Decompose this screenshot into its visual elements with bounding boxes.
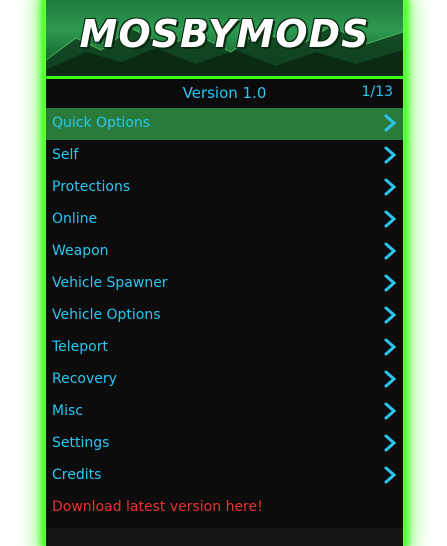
version-label: Version 1.0 [182, 84, 267, 102]
menu-item-label: Vehicle Options [52, 307, 161, 323]
logo-text: MOSBYMODS [79, 12, 370, 56]
chevron-right-icon [384, 146, 397, 164]
item-counter: 1/13 [361, 84, 393, 100]
menu-item-label: Settings [52, 435, 110, 451]
download-latest-label: Download latest version here! [52, 499, 263, 515]
chevron-right-icon [384, 210, 397, 228]
menu-item-self[interactable]: Self [46, 140, 403, 172]
menu-item-recovery[interactable]: Recovery [46, 364, 403, 396]
menu-item-label: Protections [52, 179, 131, 195]
chevron-right-icon [384, 306, 397, 324]
menu-item-label: Vehicle Spawner [52, 275, 168, 291]
menu-item-teleport[interactable]: Teleport [46, 332, 403, 364]
menu-banner: MOSBYMODS [46, 0, 403, 79]
download-latest-link[interactable]: Download latest version here! [46, 492, 403, 524]
chevron-right-icon [384, 434, 397, 452]
menu-item-settings[interactable]: Settings [46, 428, 403, 460]
chevron-right-icon [384, 402, 397, 420]
menu-item-label: Recovery [52, 371, 117, 387]
menu-footer [46, 528, 403, 546]
menu-item-label: Credits [52, 467, 102, 483]
chevron-right-icon [384, 274, 397, 292]
menu-item-weapon[interactable]: Weapon [46, 236, 403, 268]
chevron-right-icon [384, 370, 397, 388]
chevron-right-icon [384, 114, 397, 132]
menu-list: Quick Options Self Protections Online We… [46, 108, 403, 524]
menu-item-online[interactable]: Online [46, 204, 403, 236]
menu-item-label: Misc [52, 403, 83, 419]
menu-item-vehicle-spawner[interactable]: Vehicle Spawner [46, 268, 403, 300]
chevron-right-icon [384, 178, 397, 196]
menu-item-label: Self [52, 147, 79, 163]
menu-item-quick-options[interactable]: Quick Options [46, 108, 403, 140]
menu-item-misc[interactable]: Misc [46, 396, 403, 428]
menu-item-label: Online [52, 211, 98, 227]
menu-item-label: Weapon [52, 243, 109, 259]
chevron-right-icon [384, 338, 397, 356]
menu-subheader: Version 1.0 1/13 [46, 79, 403, 107]
menu-item-vehicle-options[interactable]: Vehicle Options [46, 300, 403, 332]
menu-item-label: Quick Options [52, 115, 151, 131]
mod-menu-panel: MOSBYMODS Version 1.0 1/13 Quick Options… [44, 0, 405, 546]
menu-item-protections[interactable]: Protections [46, 172, 403, 204]
chevron-right-icon [384, 466, 397, 484]
menu-item-label: Teleport [52, 339, 108, 355]
chevron-right-icon [384, 242, 397, 260]
menu-item-credits[interactable]: Credits [46, 460, 403, 492]
